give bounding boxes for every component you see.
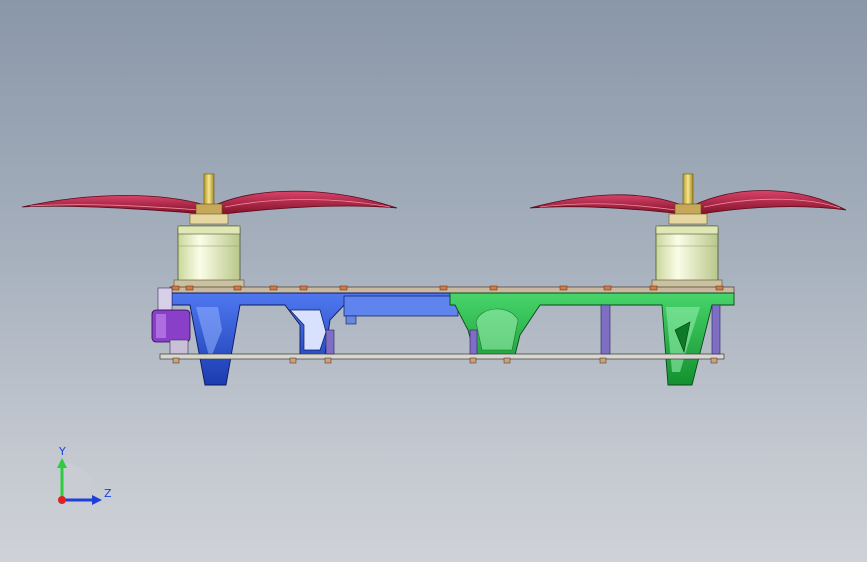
triad-z-label: Z [104,487,112,500]
right-propeller-blade-right[interactable] [693,190,847,216]
right-propeller-assembly[interactable] [529,173,847,289]
left-blue-arm[interactable] [171,292,461,386]
cad-3d-viewport[interactable]: Y Z [0,0,867,562]
left-propeller-assembly[interactable] [21,173,398,289]
triad-plane-indicator [62,462,99,500]
coordinate-triad[interactable]: Y Z [57,445,112,505]
right-motor-bell[interactable] [655,225,719,283]
right-green-arm[interactable] [449,292,735,386]
left-motor-shaft [203,173,215,209]
triad-origin [58,496,66,504]
left-propeller-blade-right[interactable] [214,190,398,216]
bottom-frame-plate[interactable] [159,353,725,364]
quadcopter-model[interactable]: Y Z [0,0,867,562]
triad-y-label: Y [58,445,66,458]
right-propeller-blade-left[interactable] [529,194,683,215]
right-motor-shaft [682,173,694,209]
left-motor-bell[interactable] [177,225,241,283]
